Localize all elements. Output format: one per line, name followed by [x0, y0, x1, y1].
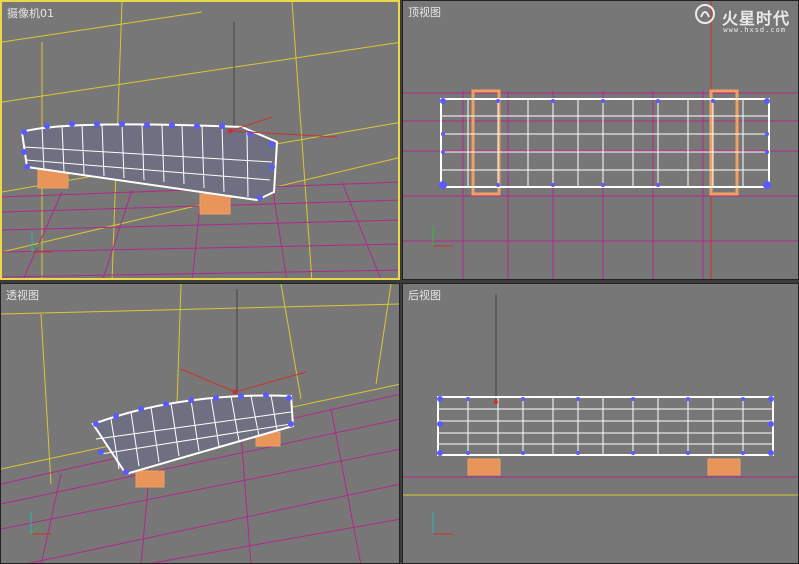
pivot-point — [494, 400, 498, 404]
bench-mesh-camera — [20, 121, 279, 202]
axis-tripod-icon — [432, 226, 453, 247]
watermark-url: www.hxsd.com — [723, 26, 786, 34]
bench-mesh-top — [439, 98, 771, 189]
cushions-top — [471, 89, 739, 196]
flame-icon — [695, 4, 715, 24]
watermark-logo-icon: 火星时代 www.hxsd.com — [694, 3, 790, 37]
viewport-top[interactable]: 顶视图 火星时代 www.hxsd.com — [402, 0, 799, 280]
cushions-back — [467, 458, 741, 476]
top-grid — [403, 91, 798, 279]
perspective-scene — [1, 284, 399, 563]
viewport-label-camera[interactable]: 摄像机01 — [7, 5, 54, 21]
move-gizmo-icon — [180, 368, 307, 395]
viewport-label-perspective[interactable]: 透视图 — [6, 287, 39, 303]
axis-tripod-icon — [30, 512, 51, 535]
camera-scene — [2, 2, 398, 278]
back-scene — [403, 294, 798, 535]
top-scene — [403, 1, 798, 279]
viewport-label-back[interactable]: 后视图 — [408, 287, 441, 303]
viewport-camera[interactable]: 摄像机01 — [0, 0, 400, 280]
bench-mesh-persp — [91, 392, 295, 476]
viewport-back[interactable]: 后视图 — [402, 283, 799, 564]
viewport-perspective[interactable]: 透视图 — [0, 283, 400, 564]
bench-mesh-back — [437, 396, 774, 456]
axis-tripod-icon — [432, 512, 453, 535]
viewport-label-top[interactable]: 顶视图 — [408, 4, 441, 20]
